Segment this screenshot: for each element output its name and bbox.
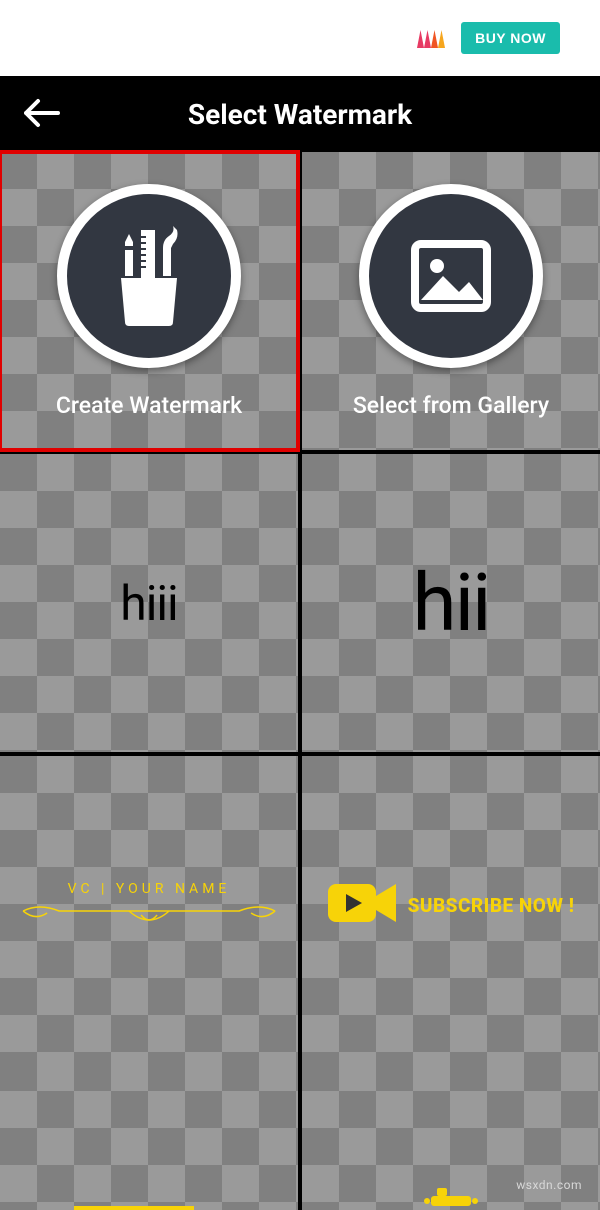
tile-watermark-subscribe[interactable]: SUBSCRIBE NOW !	[302, 756, 600, 1054]
back-button[interactable]	[18, 92, 66, 137]
flourish-icon	[15, 901, 283, 929]
watermark-shape-icon	[423, 1188, 479, 1210]
watermark-grid-row	[0, 1054, 600, 1210]
page-title: Select Watermark	[188, 98, 412, 131]
watermark-text: VC | YOUR NAME	[68, 881, 231, 897]
ad-logo-icon	[417, 28, 445, 48]
tile-watermark-7[interactable]	[0, 1054, 298, 1210]
watermark-subscribe: SUBSCRIBE NOW !	[328, 880, 575, 930]
back-arrow-icon	[24, 98, 60, 131]
watermark-text: hii	[413, 556, 490, 650]
ad-banner: BUY NOW	[0, 0, 600, 76]
watermark-text: hiii	[120, 575, 177, 632]
gallery-icon	[359, 184, 543, 368]
create-watermark-icon	[57, 184, 241, 368]
footer-credit: wsxdn.com	[516, 1178, 582, 1192]
tile-select-gallery[interactable]: Select from Gallery	[302, 152, 600, 450]
video-camera-icon	[328, 880, 398, 930]
tile-label: Select from Gallery	[353, 392, 549, 419]
app-header: Select Watermark	[0, 76, 600, 152]
tile-watermark-hii[interactable]: hii	[302, 454, 600, 752]
tile-watermark-hiii[interactable]: hiii	[0, 454, 298, 752]
watermark-ornament: VC | YOUR NAME	[15, 881, 283, 929]
watermark-text: SUBSCRIBE NOW !	[408, 894, 575, 917]
tile-create-watermark[interactable]: Create Watermark	[0, 152, 298, 450]
tile-watermark-vc[interactable]: VC | YOUR NAME	[0, 756, 298, 1054]
watermark-grid: Create Watermark Select from Gallery hii…	[0, 152, 600, 1054]
buy-now-button[interactable]: BUY NOW	[461, 22, 560, 54]
tile-label: Create Watermark	[56, 392, 242, 419]
watermark-line	[74, 1206, 194, 1210]
